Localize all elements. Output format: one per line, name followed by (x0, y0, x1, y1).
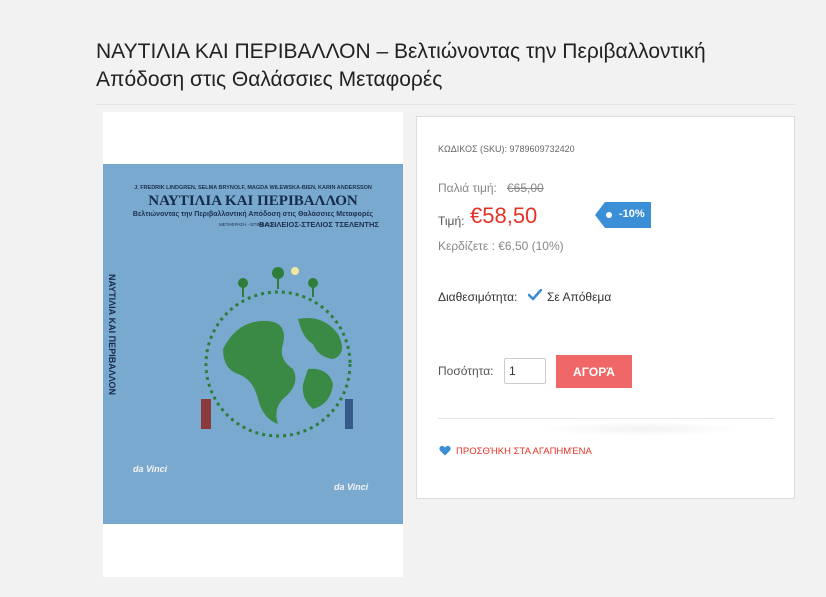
cover-translator-name: ΒΑΣΙΛΕΙΟΣ-ΣΤΕΛΙΟΣ ΤΣΕΛΕΝΤΗΣ (259, 220, 379, 229)
current-price: €58,50 (470, 203, 538, 228)
check-icon (528, 289, 542, 301)
cover-publisher-logo: da Vinci (334, 482, 369, 492)
discount-badge: -10% (595, 202, 651, 228)
panel-divider (438, 418, 774, 419)
availability-status: Σε Απόθεμα (547, 290, 612, 304)
title-divider (96, 104, 796, 105)
savings-text: Κερδίζετε : €6,50 (10%) (438, 239, 564, 253)
cover-spine-publisher-logo: da Vinci (133, 464, 168, 474)
sku-text: ΚΩΔΙΚΟΣ (SKU): 9789609732420 (438, 144, 575, 154)
discount-percent: -10% (619, 208, 645, 220)
buy-button[interactable]: ΑΓΟΡΆ (556, 355, 632, 388)
old-price-label: Παλιά τιμή: (438, 181, 497, 195)
quantity-label: Ποσότητα: (438, 364, 494, 378)
price-label: Τιμή: (438, 214, 465, 228)
heart-icon[interactable] (439, 445, 451, 456)
add-to-wishlist-link[interactable]: ΠΡΟΣΘΉΚΗ ΣΤΑ ΑΓΑΠΗΜΈΝΑ (456, 446, 592, 457)
cover-subtitle: Βελτιώνοντας την Περιβαλλοντική Απόδοση … (132, 211, 374, 218)
product-info-panel: ΚΩΔΙΚΟΣ (SKU): 9789609732420 Παλιά τιμή:… (416, 116, 795, 499)
cover-globe-illustration (201, 267, 353, 438)
quantity-input[interactable] (504, 358, 546, 384)
availability-label: Διαθεσιμότητα: (438, 290, 518, 304)
product-title: ΝΑΥΤΙΛΙΑ ΚΑΙ ΠΕΡΙΒΑΛΛΟΝ – Βελτιώνοντας τ… (96, 40, 706, 91)
book-cover-image[interactable]: J. FREDRIK LINDGREN, SELMA BRYNOLF, MAGD… (103, 164, 403, 524)
divider-shadow (537, 422, 747, 436)
cover-spine-text: ΝΑΥΤΙΛΙΑ ΚΑΙ ΠΕΡΙΒΑΛΛΟΝ (107, 274, 117, 395)
old-price: €65,00 (507, 181, 544, 195)
cover-title: ΝΑΥΤΙΛΙΑ ΚΑΙ ΠΕΡΙΒΑΛΛΟΝ (148, 193, 358, 209)
dot-icon (606, 212, 612, 218)
cover-authors: J. FREDRIK LINDGREN, SELMA BRYNOLF, MAGD… (134, 185, 372, 191)
